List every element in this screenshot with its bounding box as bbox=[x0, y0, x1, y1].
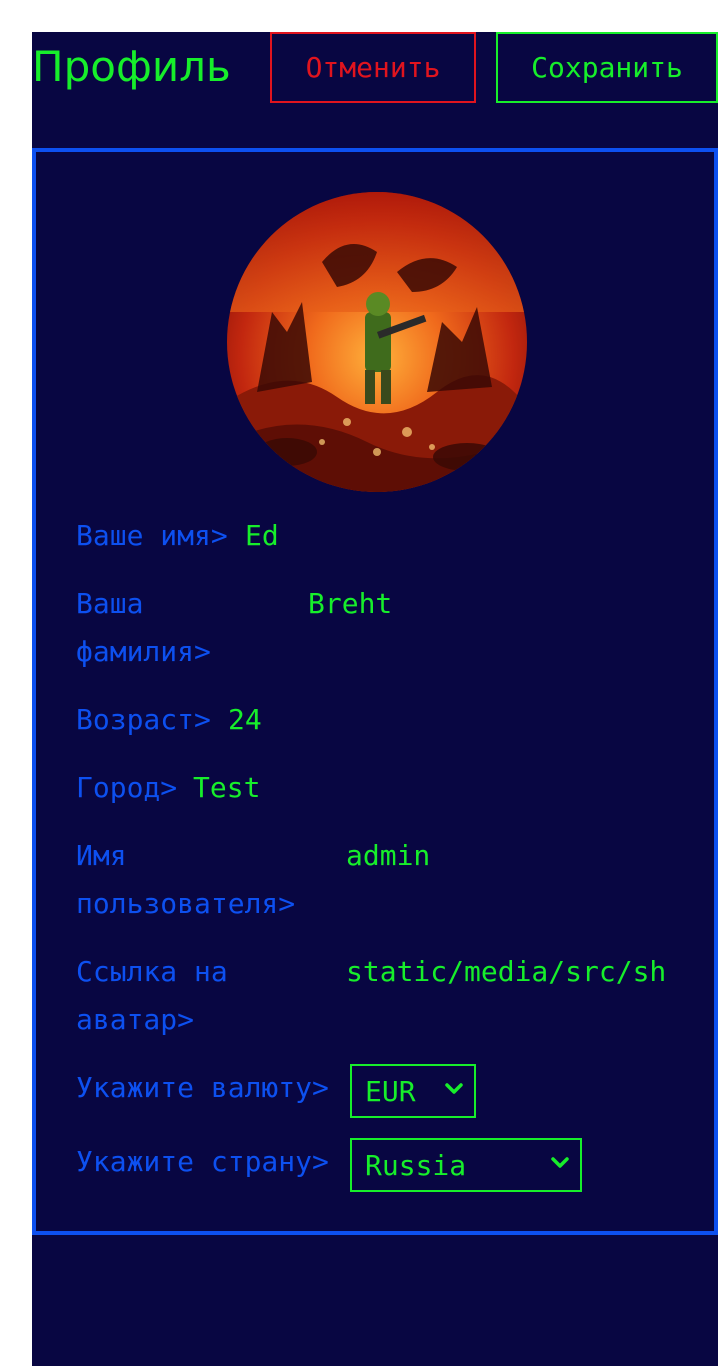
country-value: Russia bbox=[365, 1148, 467, 1182]
last-name-input[interactable]: Breht bbox=[308, 580, 508, 628]
profile-card: Ваше имя> Ed Ваша фамилия> Breht Возраст… bbox=[32, 148, 718, 1235]
city-input[interactable]: Test bbox=[193, 764, 393, 812]
currency-value: EUR bbox=[365, 1074, 416, 1108]
city-label: Город> bbox=[76, 771, 178, 804]
last-name-label: Ваша фамилия> bbox=[76, 587, 211, 668]
country-select[interactable]: Russia bbox=[350, 1138, 582, 1192]
currency-label: Укажите валюту> bbox=[76, 1071, 329, 1104]
chevron-down-icon bbox=[551, 1157, 569, 1168]
save-button[interactable]: Сохранить bbox=[496, 32, 718, 103]
first-name-label: Ваше имя> bbox=[76, 519, 228, 552]
username-label: Имя пользователя> bbox=[76, 839, 296, 920]
avatar-link-label: Ссылка на аватар> bbox=[76, 955, 228, 1036]
age-label: Возраст> bbox=[76, 703, 211, 736]
country-label: Укажите страну> bbox=[76, 1145, 329, 1178]
avatar bbox=[227, 192, 527, 492]
profile-page: Профиль Отменить Сохранить Ваше имя> Ed … bbox=[32, 32, 718, 1366]
chevron-down-icon bbox=[445, 1083, 463, 1094]
first-name-input[interactable]: Ed bbox=[245, 512, 445, 560]
username-input[interactable]: admin bbox=[346, 832, 546, 880]
avatar-link-input[interactable]: static/media/src/sh bbox=[346, 948, 674, 996]
page-title: Профиль bbox=[32, 42, 231, 91]
cancel-button[interactable]: Отменить bbox=[270, 32, 476, 103]
age-input[interactable]: 24 bbox=[228, 696, 428, 744]
currency-select[interactable]: EUR bbox=[350, 1064, 476, 1118]
avatar-image bbox=[227, 192, 527, 492]
